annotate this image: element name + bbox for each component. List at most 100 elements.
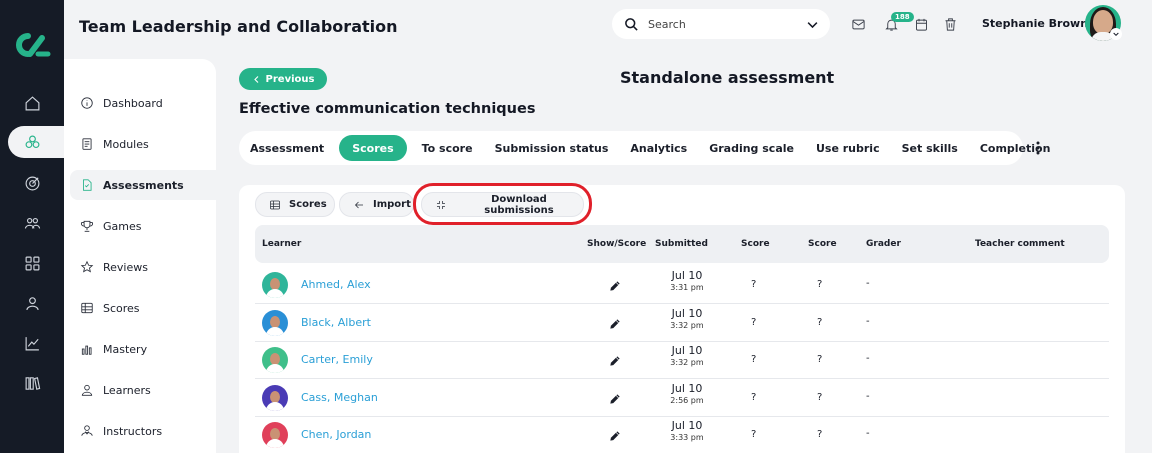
- sidebar-item-modules[interactable]: Modules: [70, 129, 216, 159]
- score-value: ?: [817, 279, 823, 290]
- chevron-left-icon: [253, 75, 258, 83]
- edit-pencil-icon[interactable]: [608, 391, 622, 405]
- more-options-icon[interactable]: [1032, 140, 1044, 156]
- book-icon: [82, 138, 92, 150]
- tab-completion[interactable]: Completion: [973, 135, 1058, 161]
- tab-scores[interactable]: Scores: [339, 135, 407, 161]
- star-icon: [80, 260, 94, 273]
- import-button[interactable]: Import: [339, 192, 414, 217]
- learner-name-link[interactable]: Black, Albert: [301, 316, 371, 329]
- score-value: ?: [817, 391, 823, 403]
- calendar-icon[interactable]: [912, 15, 930, 33]
- submitted-day: Jul 10: [671, 269, 703, 282]
- learner-icon: [81, 384, 93, 396]
- sidebar-item-games[interactable]: Games: [70, 211, 216, 241]
- sidebar-item-label: Games: [103, 219, 142, 233]
- avatar[interactable]: [262, 384, 288, 411]
- score-value: ?: [751, 354, 757, 366]
- sidebar-item-instructors[interactable]: Instructors: [70, 416, 216, 446]
- learner-name-link[interactable]: Cass, Meghan: [301, 391, 378, 404]
- table-row: Black, Albert Jul 10 3:32 pm?? -: [255, 304, 1109, 342]
- people-icon[interactable]: [20, 211, 44, 235]
- submitted-day: Jul 10: [671, 381, 703, 395]
- arrow-left-icon: [354, 201, 363, 208]
- table-row: Cass, Meghan Jul 10 2:56 pm?? -: [255, 379, 1109, 417]
- course-title: Team Leadership and Collaboration: [79, 17, 398, 36]
- learner-name-link[interactable]: Chen, Jordan: [301, 428, 371, 441]
- chevron-down-icon[interactable]: [805, 17, 820, 32]
- chevron-down-icon[interactable]: [1110, 28, 1122, 40]
- table-row: Chen, Jordan Jul 10 3:33 pm?? -: [255, 416, 1109, 453]
- col-teacher-comment[interactable]: Teacher comment: [975, 239, 1065, 249]
- assessment-name: Effective communication techniques: [239, 101, 536, 117]
- rail-active-courses[interactable]: [8, 126, 64, 158]
- target-icon[interactable]: [20, 171, 44, 195]
- avatar[interactable]: [262, 422, 288, 449]
- grader-value: -: [866, 353, 870, 365]
- info-icon: [81, 97, 93, 109]
- document-icon: [83, 179, 92, 191]
- scores-button-label: Scores: [289, 199, 327, 210]
- learner-name-link[interactable]: Ahmed, Alex: [301, 278, 371, 291]
- sidebar-item-scores[interactable]: Scores: [70, 293, 216, 323]
- import-button-label: Import: [373, 199, 411, 210]
- avatar[interactable]: [262, 309, 288, 336]
- top-header: Team Leadership and Collaboration 188 St…: [64, 0, 1152, 54]
- col-grader[interactable]: Grader: [866, 239, 901, 249]
- tab-to-score[interactable]: To score: [415, 135, 480, 161]
- brand-logo-icon[interactable]: [12, 30, 52, 60]
- score-value: ?: [751, 429, 757, 441]
- trash-icon[interactable]: [941, 15, 959, 33]
- edit-pencil-icon[interactable]: [608, 353, 622, 367]
- tab-analytics[interactable]: Analytics: [623, 135, 694, 161]
- sidebar-item-dashboard[interactable]: Dashboard: [70, 88, 216, 118]
- learner-name-link[interactable]: Carter, Emily: [301, 353, 373, 366]
- previous-button[interactable]: Previous: [239, 68, 327, 90]
- score-value: ?: [751, 316, 757, 328]
- avatar[interactable]: [262, 272, 288, 298]
- edit-pencil-icon[interactable]: [608, 316, 622, 330]
- submitted-time: 3:32 pm: [670, 358, 704, 368]
- tab-set-skills[interactable]: Set skills: [895, 135, 965, 161]
- library-icon[interactable]: [20, 371, 44, 395]
- submitted-time: 2:56 pm: [670, 395, 704, 405]
- submitted-date: Jul 10 3:32 pm: [658, 307, 716, 332]
- previous-label: Previous: [265, 73, 315, 85]
- sidebar-item-reviews[interactable]: Reviews: [70, 252, 216, 282]
- col-submitted[interactable]: Submitted: [655, 239, 708, 249]
- col-learner[interactable]: Learner: [262, 239, 301, 249]
- home-icon[interactable]: [20, 91, 44, 115]
- page-title: Standalone assessment: [620, 68, 835, 87]
- table-icon: [81, 302, 93, 314]
- mail-icon[interactable]: [849, 15, 867, 33]
- icon-rail: [0, 0, 64, 453]
- scores-button[interactable]: Scores: [255, 192, 335, 217]
- edit-pencil-icon[interactable]: [608, 278, 622, 292]
- submitted-time: 3:31 pm: [670, 283, 704, 292]
- avatar[interactable]: [262, 347, 288, 374]
- user-name[interactable]: Stephanie Brown: [982, 17, 1088, 30]
- submitted-date: Jul 10 2:56 pm: [658, 381, 716, 407]
- tab-assessment[interactable]: Assessment: [243, 135, 331, 161]
- tab-submission-status[interactable]: Submission status: [488, 135, 616, 161]
- sidebar-item-assessments[interactable]: Assessments: [70, 170, 216, 200]
- tab-grading-scale[interactable]: Grading scale: [702, 135, 801, 161]
- grader-value: -: [866, 315, 870, 327]
- tab-use-rubric[interactable]: Use rubric: [809, 135, 887, 161]
- sidebar-item-label: Mastery: [103, 342, 148, 356]
- sidebar-item-learners[interactable]: Learners: [70, 375, 216, 405]
- col-score-1[interactable]: Score: [741, 239, 770, 249]
- search-input[interactable]: [648, 17, 793, 31]
- table-row: Carter, Emily Jul 10 3:32 pm?? -: [255, 341, 1109, 380]
- col-score-2[interactable]: Score: [808, 239, 837, 249]
- col-show-score[interactable]: Show/Score: [587, 239, 646, 249]
- instructor-icon: [81, 425, 93, 436]
- chart-icon[interactable]: [20, 331, 44, 355]
- score-value: ?: [751, 279, 757, 290]
- user-icon[interactable]: [20, 291, 44, 315]
- apps-icon[interactable]: [20, 251, 44, 275]
- search-box[interactable]: [612, 9, 830, 39]
- edit-pencil-icon[interactable]: [608, 428, 622, 442]
- highlight-annotation: [413, 183, 592, 225]
- sidebar-item-mastery[interactable]: Mastery: [70, 334, 216, 364]
